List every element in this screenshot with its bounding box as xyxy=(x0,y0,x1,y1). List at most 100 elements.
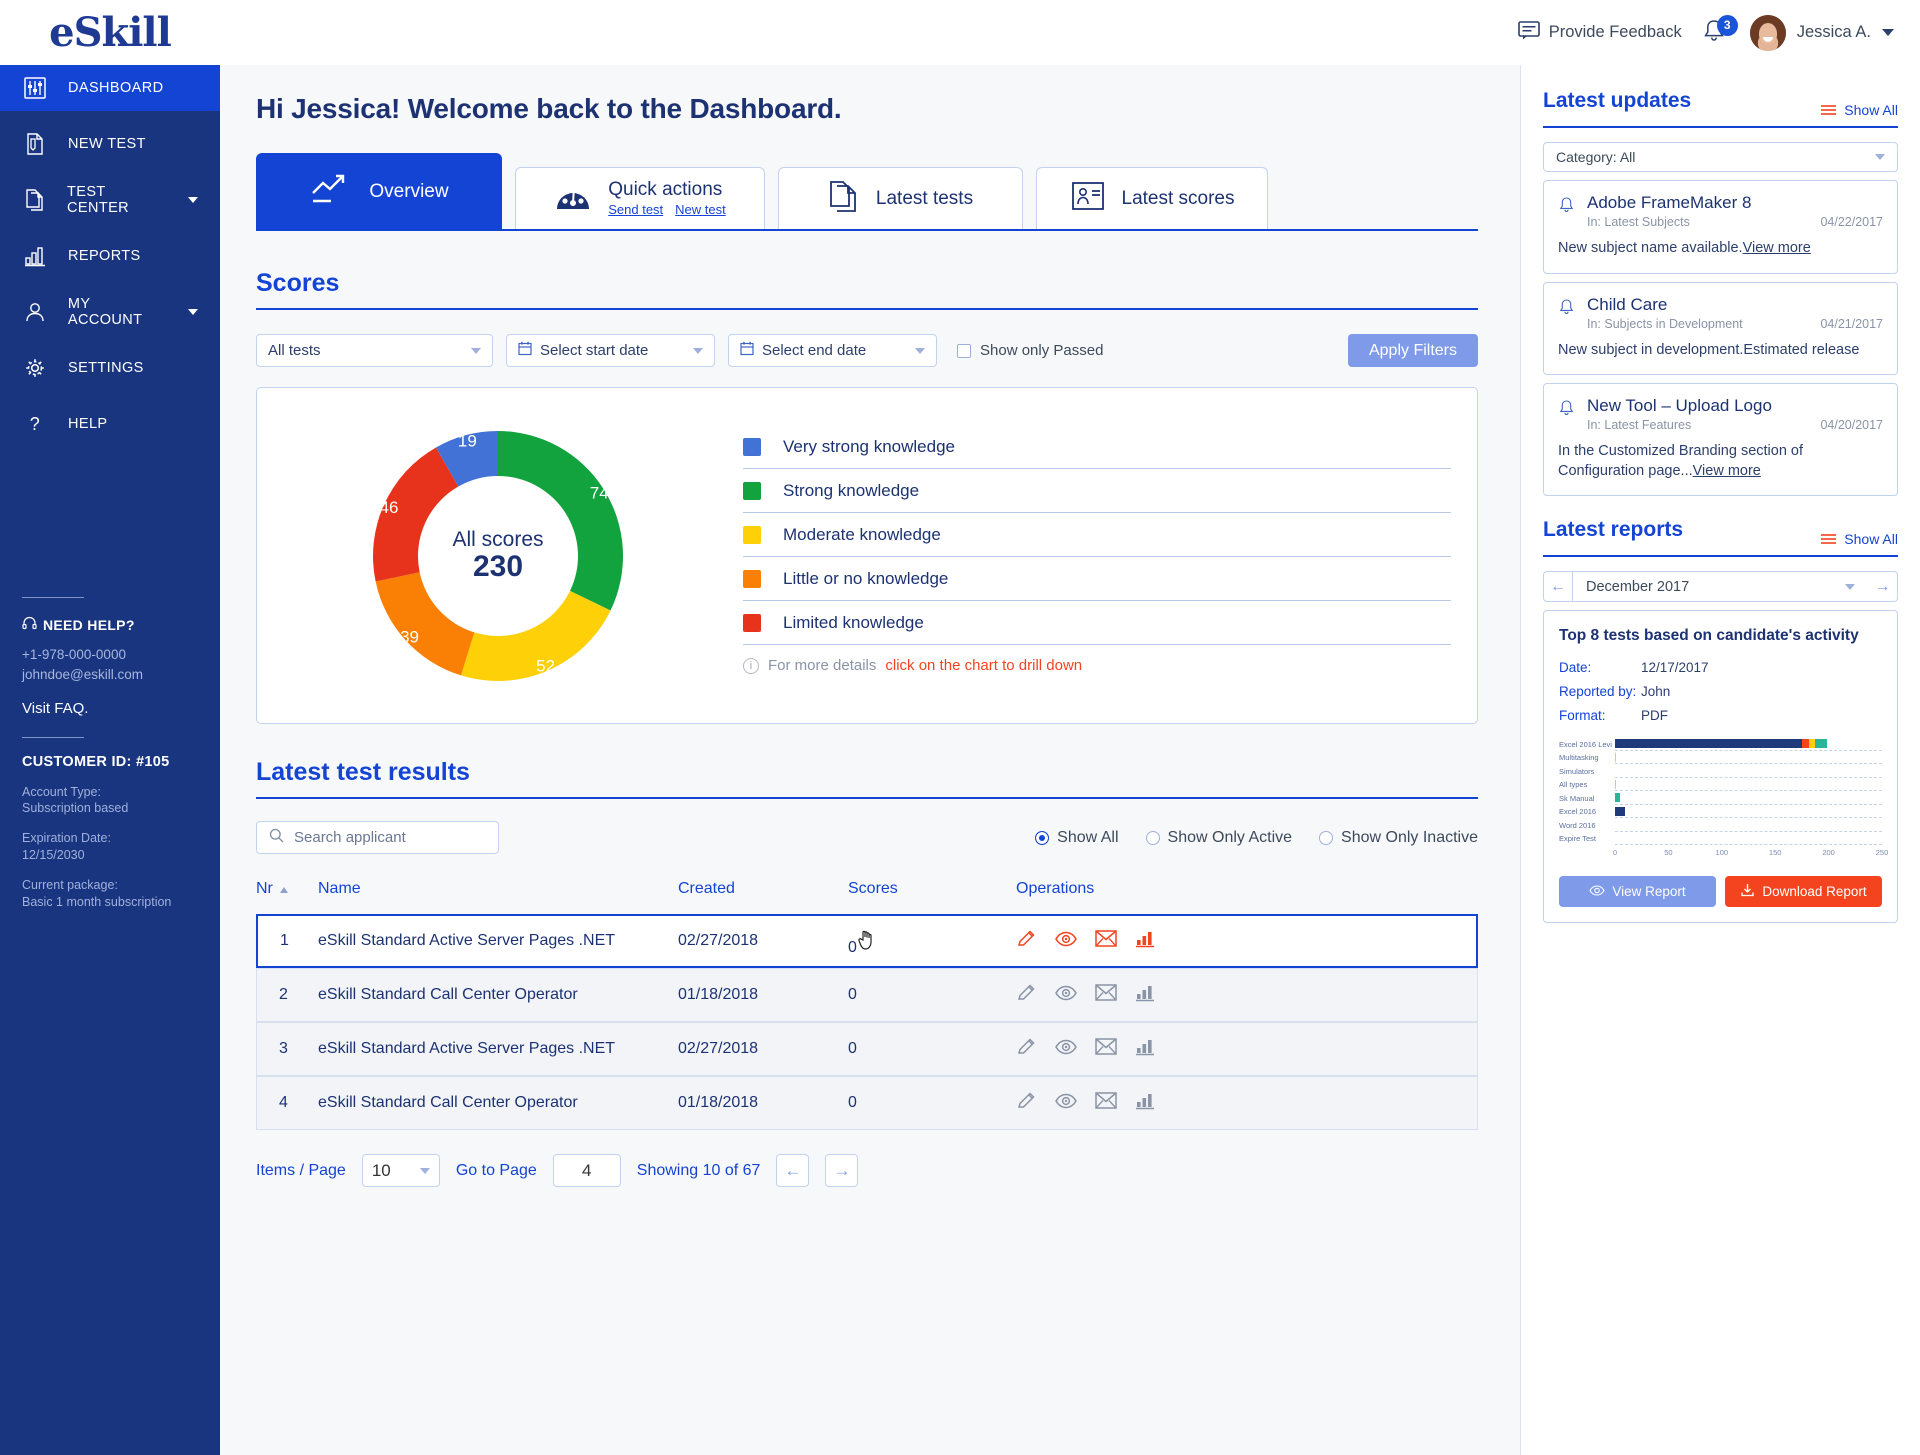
table-row[interactable]: 2 eSkill Standard Call Center Operator 01/… xyxy=(256,968,1478,1022)
bar-chart-icon[interactable] xyxy=(1135,984,1156,1007)
notifications-button[interactable]: 3 xyxy=(1702,14,1738,48)
document-pen-icon xyxy=(22,132,48,156)
table-row[interactable]: 1 eSkill Standard Active Server Pages .NE… xyxy=(256,914,1478,968)
table-row[interactable]: 3 eSkill Standard Active Server Pages .NE… xyxy=(256,1022,1478,1076)
tab-latest-scores[interactable]: Latest scores xyxy=(1036,167,1268,229)
chevron-down-icon xyxy=(1845,583,1855,590)
bar-chart-icon[interactable] xyxy=(1135,930,1156,953)
faq-link[interactable]: Visit FAQ. xyxy=(22,700,198,717)
test-filter-value: All tests xyxy=(268,342,321,359)
update-card[interactable]: New Tool – Upload Logo In: Latest Feature… xyxy=(1543,383,1898,497)
expiration-value: 12/15/2030 xyxy=(22,848,85,863)
end-date-select[interactable]: Select end date xyxy=(728,334,937,367)
bar-chart-icon[interactable] xyxy=(1135,1092,1156,1115)
radio-show-only-active[interactable]: Show Only Active xyxy=(1145,829,1292,847)
sidebar-item-test-center[interactable]: TEST CENTER xyxy=(0,177,220,223)
eye-icon[interactable] xyxy=(1055,931,1077,952)
sidebar-item-reports[interactable]: REPORTS xyxy=(0,233,220,279)
view-more-link[interactable]: View more xyxy=(1743,240,1811,256)
mini-chart-row: Excel 2016 xyxy=(1559,805,1882,819)
next-month-button[interactable]: → xyxy=(1868,571,1898,603)
cell-operations xyxy=(1016,914,1478,968)
show-only-passed-checkbox[interactable]: Show only Passed xyxy=(957,342,1103,359)
edit-pencil-icon[interactable] xyxy=(1016,928,1037,954)
support-email: johndoe@eskill.com xyxy=(22,667,144,683)
report-date-value: 12/17/2017 xyxy=(1641,660,1709,676)
eye-icon[interactable] xyxy=(1055,1093,1077,1114)
user-menu[interactable]: Jessica A. xyxy=(1749,14,1894,51)
radio-show-all[interactable]: Show All xyxy=(1035,829,1119,847)
month-select[interactable]: December 2017 xyxy=(1573,571,1868,603)
end-date-value: Select end date xyxy=(762,342,867,359)
next-page-button[interactable]: → xyxy=(825,1154,859,1187)
download-report-button[interactable]: Download Report xyxy=(1725,876,1882,908)
go-to-page-input[interactable]: 4 xyxy=(552,1154,621,1187)
previous-month-button[interactable]: ← xyxy=(1543,571,1573,603)
donut-chart[interactable]: 74 52 39 46 19 All scores 230 xyxy=(283,425,713,687)
category-select[interactable]: Category: All xyxy=(1543,142,1898,172)
column-header-nr[interactable]: Nr xyxy=(256,880,318,914)
list-icon xyxy=(1821,105,1837,115)
sidebar-item-new-test[interactable]: NEW TEST xyxy=(0,121,220,167)
view-more-link[interactable]: View more xyxy=(1693,463,1761,479)
user-icon xyxy=(22,301,48,323)
tab-quick-actions[interactable]: Quick actions Send test New test xyxy=(515,167,765,229)
tab-overview[interactable]: Overview xyxy=(256,153,502,229)
envelope-icon[interactable] xyxy=(1095,1038,1117,1060)
cell-scores: 0 xyxy=(848,1022,1016,1076)
download-report-label: Download Report xyxy=(1762,884,1867,900)
donut-slice-value: 74 xyxy=(590,483,609,502)
radio-show-only-inactive[interactable]: Show Only Inactive xyxy=(1319,829,1478,847)
sidebar-item-help[interactable]: ? HELP xyxy=(0,401,220,447)
envelope-icon[interactable] xyxy=(1095,984,1117,1006)
start-date-select[interactable]: Select start date xyxy=(506,334,715,367)
bar-chart-icon xyxy=(22,245,48,267)
donut-slice[interactable] xyxy=(375,571,475,675)
eye-icon[interactable] xyxy=(1055,1039,1077,1060)
legend-item[interactable]: Strong knowledge xyxy=(743,481,1451,513)
avatar xyxy=(1749,14,1786,51)
column-header-scores[interactable]: Scores xyxy=(848,880,1016,914)
update-title: New Tool – Upload Logo xyxy=(1587,396,1772,416)
edit-pencil-icon[interactable] xyxy=(1016,1090,1037,1116)
top-bar-right: Provide Feedback 3 Jessica A. xyxy=(1517,14,1894,51)
send-test-link[interactable]: Send test xyxy=(608,203,663,218)
legend-item[interactable]: Limited knowledge xyxy=(743,613,1451,645)
edit-pencil-icon[interactable] xyxy=(1016,1036,1037,1062)
legend-item[interactable]: Little or no knowledge xyxy=(743,569,1451,601)
right-panel: Latest updates Show All Category: All Ad… xyxy=(1520,65,1920,1455)
column-header-name[interactable]: Name xyxy=(318,880,678,914)
mini-chart-label: Simulators xyxy=(1559,766,1595,776)
previous-page-button[interactable]: ← xyxy=(776,1154,810,1187)
drill-hint-link[interactable]: click on the chart to drill down xyxy=(885,657,1082,674)
view-report-button[interactable]: View Report xyxy=(1559,876,1716,908)
apply-filters-button[interactable]: Apply Filters xyxy=(1347,334,1478,367)
sidebar-item-dashboard[interactable]: DASHBOARD xyxy=(0,65,220,111)
update-card[interactable]: Child Care In: Subjects in Development 04/… xyxy=(1543,281,1898,376)
bar-chart-icon[interactable] xyxy=(1135,1038,1156,1061)
items-per-page-value: 10 xyxy=(371,1160,391,1180)
bell-icon xyxy=(1558,298,1576,331)
update-card[interactable]: Adobe FrameMaker 8 In: Latest Subjects 04/… xyxy=(1543,180,1898,274)
legend-item[interactable]: Very strong knowledge xyxy=(743,437,1451,469)
sidebar-item-my-account[interactable]: MY ACCOUNT xyxy=(0,289,220,335)
reports-show-all-button[interactable]: Show All xyxy=(1821,531,1898,547)
new-test-link[interactable]: New test xyxy=(675,203,726,218)
legend-label: Very strong knowledge xyxy=(783,437,955,456)
envelope-icon[interactable] xyxy=(1095,930,1117,952)
legend-item[interactable]: Moderate knowledge xyxy=(743,525,1451,557)
tab-latest-tests[interactable]: Latest tests xyxy=(778,167,1023,229)
sidebar-item-settings[interactable]: SETTINGS xyxy=(0,345,220,391)
search-applicant-input[interactable]: Search applicant xyxy=(256,821,499,854)
items-per-page-select[interactable]: 10 xyxy=(361,1154,440,1187)
test-filter-select[interactable]: All tests xyxy=(256,334,493,367)
table-row[interactable]: 4 eSkill Standard Call Center Operator 01/… xyxy=(256,1076,1478,1130)
column-header-created[interactable]: Created xyxy=(678,880,848,914)
sidebar-account-block: CUSTOMER ID: #105 Account Type: Subscrip… xyxy=(0,754,220,911)
updates-show-all-button[interactable]: Show All xyxy=(1821,102,1898,118)
brand-logo[interactable]: eSkill xyxy=(0,9,220,56)
provide-feedback-button[interactable]: Provide Feedback xyxy=(1517,20,1682,45)
eye-icon[interactable] xyxy=(1055,985,1077,1006)
envelope-icon[interactable] xyxy=(1095,1092,1117,1114)
edit-pencil-icon[interactable] xyxy=(1016,982,1037,1008)
